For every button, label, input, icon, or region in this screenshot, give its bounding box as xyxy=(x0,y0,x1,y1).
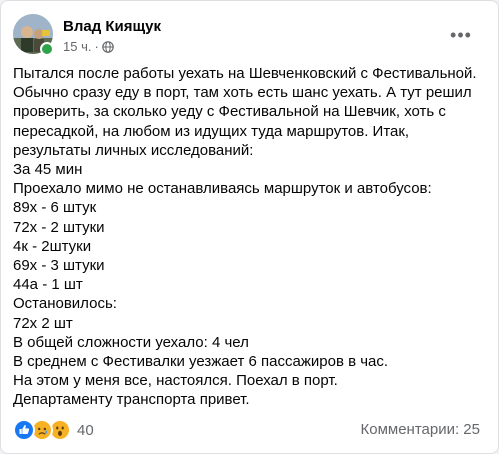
reaction-count[interactable]: 40 xyxy=(77,422,94,439)
post-line: Обычно сразу еду в порт, там хоть есть ш… xyxy=(13,84,472,102)
like-icon xyxy=(13,419,35,441)
post-time[interactable]: 15 ч. xyxy=(63,39,91,54)
comments-link[interactable]: Комментарии: 25 xyxy=(361,421,481,438)
post-line: 4к - 2штуки xyxy=(13,237,92,255)
post-line: Проехало мимо не останавливаясь маршруто… xyxy=(13,180,432,198)
globe-icon[interactable] xyxy=(102,40,114,53)
post-line: 44а - 1 шт xyxy=(13,276,83,294)
author-name[interactable]: Влад Киящук xyxy=(63,18,161,35)
meta-separator: · xyxy=(94,39,99,54)
post-line: результаты личных исследований: xyxy=(13,141,254,159)
reactions-summary[interactable]: 40 xyxy=(13,419,94,441)
post-line: Остановилось: xyxy=(13,295,117,313)
post-line: Пытался после работы уехать на Шевченков… xyxy=(13,65,477,82)
post-line: 89х - 6 штук xyxy=(13,199,97,217)
post-line: На этом у меня все, настоялся. Поехал в … xyxy=(13,372,338,390)
post-line: пересадкой, на любом из идущих туда марш… xyxy=(13,122,410,140)
post-line: 72х 2 шт xyxy=(13,314,73,332)
post-line: 72х - 2 штуки xyxy=(13,218,105,236)
post-line: 69х - 3 штуки xyxy=(13,257,105,275)
online-status-dot xyxy=(40,42,54,56)
post-line: В среднем с Фестивалки уезжает 6 пассажи… xyxy=(13,353,389,371)
post-card: Влад Киящук 15 ч. · ••• Пытался после ра… xyxy=(0,0,499,454)
post-line: проверить, за сколько уеду с Фестивально… xyxy=(13,103,446,121)
post-body: Пытался после работы уехать на Шевченков… xyxy=(13,64,491,410)
post-line: В общей сложности уехало: 4 чел xyxy=(13,333,249,351)
more-options-icon: ••• xyxy=(450,24,472,45)
post-line: Департаменту транспорта привет. xyxy=(13,391,250,409)
post-meta: 15 ч. · xyxy=(63,39,114,54)
post-line: За 45 мин xyxy=(13,161,83,179)
more-options-button[interactable]: ••• xyxy=(447,21,475,49)
